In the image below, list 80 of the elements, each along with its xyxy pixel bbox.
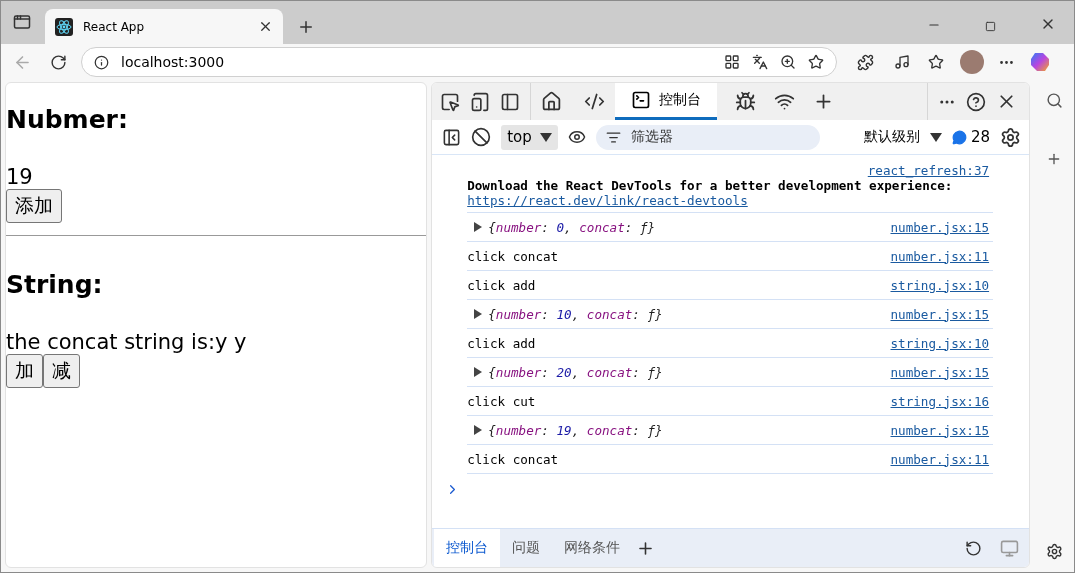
copilot-icon[interactable] [1029, 51, 1051, 73]
reload-icon[interactable] [50, 53, 67, 71]
object-preview: {number: 10, concat: ƒ} [488, 306, 663, 322]
section-heading: Nubmer: [6, 105, 129, 135]
source-link[interactable]: number.jsx:11 [890, 248, 990, 264]
home-icon[interactable] [541, 91, 563, 112]
action-button[interactable]: 加 [6, 354, 43, 388]
console-message: click add [467, 335, 536, 351]
source-link[interactable]: number.jsx:15 [890, 422, 990, 438]
source-link[interactable]: string.jsx:16 [890, 393, 990, 409]
star-icon[interactable] [808, 54, 824, 70]
expand-icon[interactable] [474, 222, 483, 232]
action-button[interactable]: 减 [43, 354, 80, 388]
rotate-icon[interactable] [965, 539, 983, 557]
value-text: 19 [6, 165, 34, 189]
puzzle-icon[interactable] [857, 53, 874, 71]
object-preview: {number: 20, concat: ƒ} [488, 364, 663, 380]
console-message: click concat [467, 248, 559, 264]
source-link[interactable]: number.jsx:15 [890, 364, 990, 380]
drawer-tab[interactable]: 控制台 [434, 529, 501, 567]
source-link[interactable]: string.jsx:10 [890, 277, 990, 293]
caret-icon [930, 132, 942, 142]
source-link[interactable]: number.jsx:15 [890, 219, 990, 235]
grid-icon[interactable] [724, 54, 740, 70]
inspect-icon[interactable] [440, 91, 461, 112]
action-button[interactable]: 添加 [6, 189, 62, 223]
tab-actions-icon[interactable] [13, 13, 31, 31]
favorites-icon[interactable] [928, 54, 944, 70]
expand-icon[interactable] [474, 425, 483, 435]
caret-icon [539, 132, 552, 142]
source-link[interactable]: number.jsx:11 [890, 451, 990, 467]
drawer-icon[interactable] [442, 127, 462, 147]
console-message: click concat [467, 451, 559, 467]
drawer-tab[interactable]: 网络条件 [552, 529, 633, 567]
code-icon[interactable] [584, 91, 606, 112]
search-icon[interactable] [1045, 92, 1063, 109]
settings-icon[interactable] [1045, 543, 1063, 560]
device-icon[interactable] [470, 91, 491, 112]
console-message: click add [467, 277, 536, 293]
object-preview: {number: 0, concat: ƒ} [488, 219, 656, 235]
message-count: 28 [971, 128, 991, 146]
filter-placeholder: 筛选器 [630, 128, 673, 146]
bug-icon[interactable] [735, 91, 757, 112]
settings-icon[interactable] [1000, 126, 1022, 148]
message-icon [952, 129, 967, 145]
level-select[interactable]: 默认级别 [864, 128, 942, 146]
eye-icon[interactable] [567, 128, 586, 146]
source-link[interactable]: string.jsx:10 [890, 335, 990, 351]
devtools-link[interactable]: https://react.dev/link/react-devtools [467, 193, 748, 208]
object-preview: {number: 19, concat: ƒ} [488, 422, 663, 438]
sidebar-icon[interactable] [500, 91, 521, 112]
help-icon[interactable] [966, 91, 987, 112]
react-icon [55, 17, 73, 36]
browser-tab[interactable]: React App [45, 9, 283, 44]
info-icon [94, 54, 109, 70]
drawer-tab[interactable]: 问题 [500, 529, 553, 567]
zoom-icon[interactable] [780, 54, 796, 70]
clear-icon[interactable] [471, 127, 492, 147]
url-text: localhost:3000 [121, 54, 226, 70]
value-text: the concat string is:y y [6, 330, 248, 354]
expand-icon[interactable] [474, 367, 483, 377]
filter-field[interactable]: 筛选器 [595, 124, 820, 150]
devtools-tab[interactable]: 控制台 [615, 83, 718, 120]
new-tab-icon[interactable] [297, 18, 315, 36]
filter-icon [605, 129, 621, 145]
source-link[interactable]: number.jsx:15 [890, 306, 990, 322]
avatar-icon[interactable] [960, 50, 984, 74]
expand-icon[interactable] [474, 309, 483, 319]
source-link[interactable]: react_refresh:37 [867, 163, 990, 178]
console-message: click cut [467, 393, 536, 409]
terminal-icon [631, 90, 652, 110]
section-heading: String: [6, 270, 104, 300]
maximize-icon[interactable] [985, 21, 996, 32]
translate-icon[interactable] [752, 54, 768, 70]
console-message: Download the React DevTools for a better development experience: [467, 178, 954, 193]
tab-title: React App [83, 19, 146, 34]
address-bar[interactable]: localhost:3000 [81, 47, 837, 77]
context-select[interactable]: top [501, 124, 558, 150]
close-icon[interactable] [258, 19, 273, 34]
music-icon[interactable] [894, 54, 910, 70]
